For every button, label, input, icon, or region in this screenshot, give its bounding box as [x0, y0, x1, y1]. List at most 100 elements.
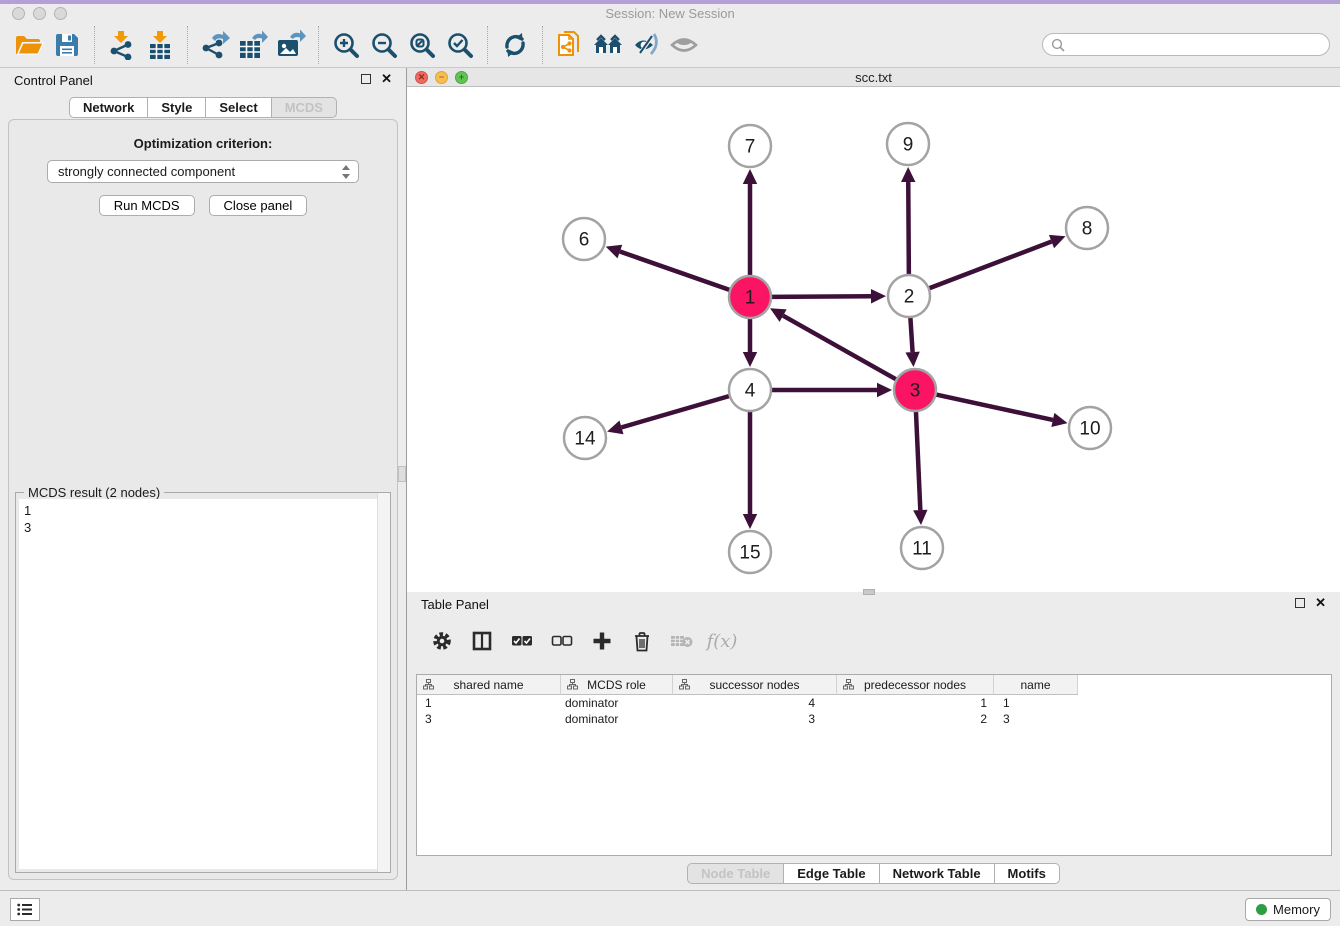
export-network-button[interactable]	[196, 26, 234, 64]
tab-mcds[interactable]: MCDS	[272, 97, 337, 118]
tab-motifs[interactable]: Motifs	[995, 863, 1060, 884]
close-panel-icon[interactable]: ✕	[381, 74, 392, 84]
edge-arrowhead	[1051, 413, 1067, 427]
export-image-button[interactable]	[272, 26, 310, 64]
edge-arrowhead	[606, 245, 623, 259]
result-scrollbar[interactable]	[377, 493, 390, 872]
select-all-button[interactable]	[509, 628, 535, 654]
optimization-criterion-label: Optimization criterion:	[9, 136, 397, 151]
mcds-result-list[interactable]: 13	[19, 499, 387, 869]
import-network-button[interactable]	[103, 26, 141, 64]
table-cell: dominator	[561, 695, 673, 711]
status-bar: Memory	[0, 890, 1340, 926]
panel-divider-grip[interactable]	[398, 466, 406, 482]
tab-style[interactable]: Style	[148, 97, 206, 118]
column-header-name[interactable]: name	[994, 675, 1078, 695]
edge-1-6[interactable]	[620, 252, 730, 291]
refresh-button[interactable]	[496, 26, 534, 64]
import-table-button[interactable]	[141, 26, 179, 64]
zoom-in-button[interactable]	[327, 26, 365, 64]
edge-arrowhead	[743, 514, 757, 529]
table-row[interactable]: 1dominator411	[417, 695, 1331, 711]
table-row[interactable]: 3dominator323	[417, 711, 1331, 727]
tab-node-table[interactable]: Node Table	[687, 863, 784, 884]
zoom-out-button[interactable]	[365, 26, 403, 64]
edge-arrowhead	[905, 352, 919, 367]
table-tabs: Node TableEdge TableNetwork TableMotifs	[407, 863, 1340, 884]
deselect-all-icon	[551, 634, 573, 648]
edge-1-2[interactable]	[771, 296, 871, 297]
open-session-button[interactable]	[10, 26, 48, 64]
optimization-criterion-value: strongly connected component	[58, 164, 235, 179]
edge-3-10[interactable]	[936, 394, 1053, 419]
network-window-titlebar[interactable]: ✕ − + scc.txt	[407, 68, 1340, 87]
export-image-icon	[276, 30, 306, 60]
clone-network-button[interactable]	[551, 26, 589, 64]
add-icon	[592, 631, 612, 651]
trash-icon	[633, 631, 651, 652]
table-panel: Table Panel ✕	[407, 592, 1340, 890]
column-header-successor-nodes[interactable]: successor nodes	[673, 675, 837, 695]
network-graph[interactable]: 1234678910111415	[407, 87, 1340, 592]
edge-4-14[interactable]	[621, 396, 729, 428]
node-table[interactable]: shared nameMCDS rolesuccessor nodesprede…	[416, 674, 1332, 856]
two-houses-button[interactable]	[589, 26, 627, 64]
graph-node-label: 9	[903, 135, 914, 156]
zoom-selected-button[interactable]	[441, 26, 479, 64]
edge-arrowhead	[871, 289, 886, 303]
network-view-window: ✕ − + scc.txt 1234678910111415	[407, 68, 1340, 592]
edge-3-11[interactable]	[916, 411, 920, 510]
tab-edge-table[interactable]: Edge Table	[784, 863, 879, 884]
close-panel-button[interactable]: Close panel	[209, 195, 308, 216]
optimization-criterion-select[interactable]: strongly connected component	[47, 160, 359, 183]
search-input[interactable]	[1065, 36, 1329, 54]
control-panel-title: Control Panel	[14, 73, 93, 88]
function-builder-button[interactable]: f(x)	[709, 628, 735, 654]
zoom-fit-button[interactable]	[403, 26, 441, 64]
column-header-shared-name[interactable]: shared name	[417, 675, 561, 695]
float-table-panel-icon[interactable]	[1295, 598, 1305, 608]
graph-node-label: 8	[1082, 219, 1093, 240]
zoom-in-icon	[332, 31, 360, 59]
column-type-icon	[679, 679, 690, 690]
tab-network[interactable]: Network	[69, 97, 148, 118]
zoom-out-icon	[370, 31, 398, 59]
clone-network-icon	[556, 30, 584, 60]
show-columns-button[interactable]	[469, 628, 495, 654]
list-icon	[17, 903, 33, 916]
float-panel-icon[interactable]	[361, 74, 371, 84]
edge-2-8[interactable]	[929, 242, 1052, 289]
table-cell: 2	[837, 711, 994, 727]
edge-arrowhead	[877, 383, 892, 397]
mcds-result-line: 1	[24, 502, 387, 519]
delete-table-button[interactable]	[669, 628, 695, 654]
column-type-icon	[843, 679, 854, 690]
memory-button[interactable]: Memory	[1245, 898, 1331, 921]
graph-node-label: 7	[745, 137, 756, 158]
table-settings-button[interactable]	[429, 628, 455, 654]
two-houses-icon	[592, 32, 624, 58]
column-header-MCDS-role[interactable]: MCDS role	[561, 675, 673, 695]
toolbar-separator	[487, 26, 488, 64]
run-mcds-button[interactable]: Run MCDS	[99, 195, 195, 216]
edge-2-9[interactable]	[908, 182, 909, 275]
global-search[interactable]	[1042, 33, 1330, 56]
deselect-all-button[interactable]	[549, 628, 575, 654]
export-table-button[interactable]	[234, 26, 272, 64]
zoom-fit-icon	[408, 31, 436, 59]
save-session-button[interactable]	[48, 26, 86, 64]
show-columns-icon	[472, 631, 492, 651]
task-history-button[interactable]	[10, 898, 40, 921]
show-graphics-details-button[interactable]	[665, 26, 703, 64]
edge-2-3[interactable]	[910, 317, 912, 352]
tab-select[interactable]: Select	[206, 97, 271, 118]
close-table-panel-icon[interactable]: ✕	[1315, 598, 1326, 608]
hide-graphics-details-button[interactable]	[627, 26, 665, 64]
add-column-button[interactable]	[589, 628, 615, 654]
save-icon	[54, 32, 80, 58]
delete-column-button[interactable]	[629, 628, 655, 654]
table-cell: 3	[994, 711, 1078, 727]
edge-3-1[interactable]	[783, 316, 897, 380]
tab-network-table[interactable]: Network Table	[880, 863, 995, 884]
column-header-predecessor-nodes[interactable]: predecessor nodes	[837, 675, 994, 695]
